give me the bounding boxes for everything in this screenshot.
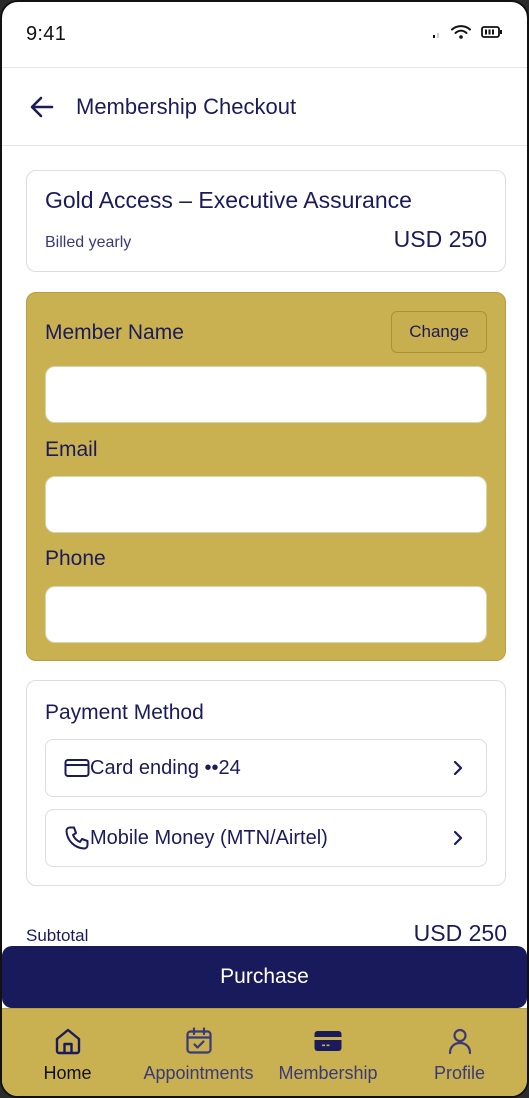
subtotal-row: Subtotal USD 250 — [26, 920, 507, 947]
member-details-card: Member Name Change Email Phone — [26, 292, 506, 661]
nav-item-home[interactable]: Home — [2, 1009, 133, 1096]
plan-summary-card: Gold Access – Executive Assurance Billed… — [26, 170, 506, 272]
email-label: Email — [45, 438, 98, 461]
purchase-button[interactable]: Purchase — [2, 946, 527, 1008]
member-name-input[interactable] — [45, 366, 487, 423]
nav-label-membership: Membership — [278, 1063, 378, 1083]
payment-option-card[interactable]: Card ending ••24 — [45, 739, 487, 797]
status-time: 9:41 — [26, 23, 67, 45]
nav-item-appointments[interactable]: Appointments — [133, 1009, 264, 1096]
payment-option-label: Mobile Money (MTN/Airtel) — [90, 826, 328, 849]
calendar-icon — [183, 1025, 215, 1057]
nav-label-profile: Profile — [433, 1063, 486, 1083]
payment-method-title: Payment Method — [45, 701, 204, 724]
subtotal-label: Subtotal — [26, 926, 89, 945]
wifi-icon — [451, 24, 471, 45]
change-button[interactable]: Change — [391, 311, 487, 353]
member-name-label: Member Name — [45, 321, 184, 344]
nav-item-membership[interactable]: Membership — [264, 1009, 392, 1096]
subtotal-value: USD 250 — [413, 920, 507, 946]
page-title: Membership Checkout — [76, 93, 297, 119]
chevron-right-icon — [448, 828, 468, 848]
arrow-left-icon — [30, 96, 54, 117]
battery-icon — [481, 25, 503, 44]
nav-item-profile[interactable]: Profile — [392, 1009, 527, 1096]
plan-price: USD 250 — [393, 226, 487, 252]
email-input[interactable] — [45, 476, 487, 533]
signal-icon — [431, 26, 441, 44]
membership-card-icon — [312, 1025, 344, 1057]
payment-option-label: Card ending ••24 — [90, 756, 241, 779]
billing-period: Billed yearly — [45, 234, 132, 251]
app-header: Membership Checkout — [2, 68, 527, 146]
status-icons — [431, 24, 503, 45]
status-bar: 9:41 — [2, 2, 527, 68]
phone-icon — [64, 825, 90, 851]
phone-screen: 9:41 Membership Checkout Gold Access – E… — [0, 0, 529, 1098]
payment-option-mobile-money[interactable]: Mobile Money (MTN/Airtel) — [45, 809, 487, 867]
user-icon — [444, 1025, 476, 1057]
plan-title: Gold Access – Executive Assurance — [45, 187, 412, 213]
phone-label: Phone — [45, 547, 106, 570]
credit-card-icon — [64, 755, 90, 781]
payment-method-card: Payment Method Card ending ••24 Mobile M… — [26, 680, 506, 886]
phone-input[interactable] — [45, 586, 487, 643]
nav-label-appointments: Appointments — [143, 1063, 254, 1083]
nav-label-home: Home — [43, 1063, 92, 1083]
home-icon — [52, 1025, 84, 1057]
bottom-nav: Home Appointments Membership Profile — [2, 1008, 527, 1096]
chevron-right-icon — [448, 758, 468, 778]
back-button[interactable] — [28, 93, 56, 121]
